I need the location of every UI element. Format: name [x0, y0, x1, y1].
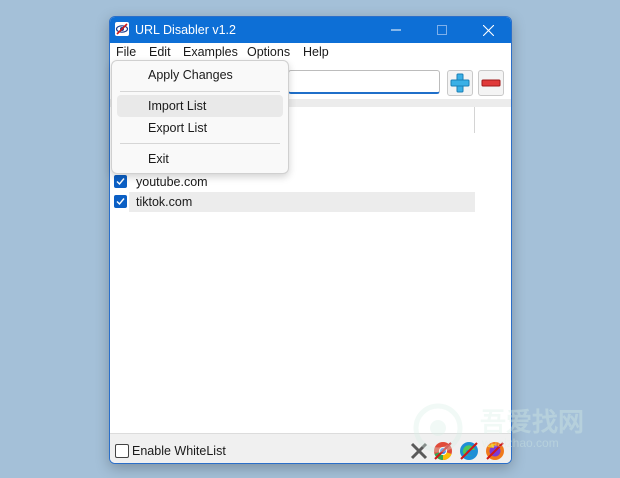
watermark-subtitle: wuaizhao.com: [482, 436, 559, 450]
menu-item-label: Export List: [148, 121, 208, 135]
plus-icon: [450, 73, 470, 93]
menu-item-label: Apply Changes: [148, 68, 233, 82]
watermark-title: 吾爱找网: [480, 407, 585, 437]
menu-help[interactable]: Help: [303, 45, 329, 59]
remove-url-button[interactable]: [478, 70, 504, 96]
menu-options[interactable]: Options: [247, 45, 290, 59]
column-divider: [474, 107, 475, 133]
watermark-logo-icon: [413, 403, 463, 453]
add-url-button[interactable]: [447, 70, 473, 96]
menu-item-export-list[interactable]: Export List: [112, 117, 288, 139]
menu-separator: [120, 91, 280, 92]
window-title: URL Disabler v1.2: [135, 23, 236, 37]
menu-item-exit[interactable]: Exit: [112, 148, 288, 170]
list-item-url: youtube.com: [136, 175, 208, 189]
menu-file[interactable]: File: [116, 45, 136, 59]
minimize-button[interactable]: [373, 17, 419, 43]
menu-item-import-list[interactable]: Import List: [112, 95, 288, 117]
app-eye-icon: [115, 22, 129, 36]
menu-item-label: Import List: [148, 99, 207, 113]
menu-edit[interactable]: Edit: [149, 45, 171, 59]
list-item-checkbox[interactable]: [114, 175, 127, 188]
menu-item-apply-changes[interactable]: Apply Changes: [112, 64, 288, 86]
file-menu-dropdown: Apply Changes Import List Export List Ex…: [111, 60, 289, 174]
watermark: 吾爱找网 wuaizhao.com: [410, 400, 620, 460]
menu-item-label: Exit: [148, 152, 169, 166]
maximize-button[interactable]: [419, 17, 465, 43]
list-item[interactable]: tiktok.com: [110, 192, 475, 212]
list-item[interactable]: youtube.com: [110, 172, 474, 192]
close-icon: [482, 24, 494, 36]
close-button[interactable]: [465, 17, 511, 43]
minimize-icon: [391, 29, 401, 31]
whitelist-checkbox[interactable]: [115, 444, 129, 458]
maximize-icon: [437, 25, 447, 35]
menu-examples[interactable]: Examples: [183, 45, 238, 59]
checkmark-icon: [116, 178, 125, 186]
title-bar[interactable]: URL Disabler v1.2: [110, 17, 511, 43]
checkmark-icon: [116, 198, 125, 206]
list-item-url: tiktok.com: [136, 195, 193, 209]
whitelist-label[interactable]: Enable WhiteList: [132, 444, 226, 458]
url-input[interactable]: [288, 70, 440, 94]
menu-separator: [120, 143, 280, 144]
minus-icon: [481, 79, 501, 87]
list-item-checkbox[interactable]: [114, 195, 127, 208]
